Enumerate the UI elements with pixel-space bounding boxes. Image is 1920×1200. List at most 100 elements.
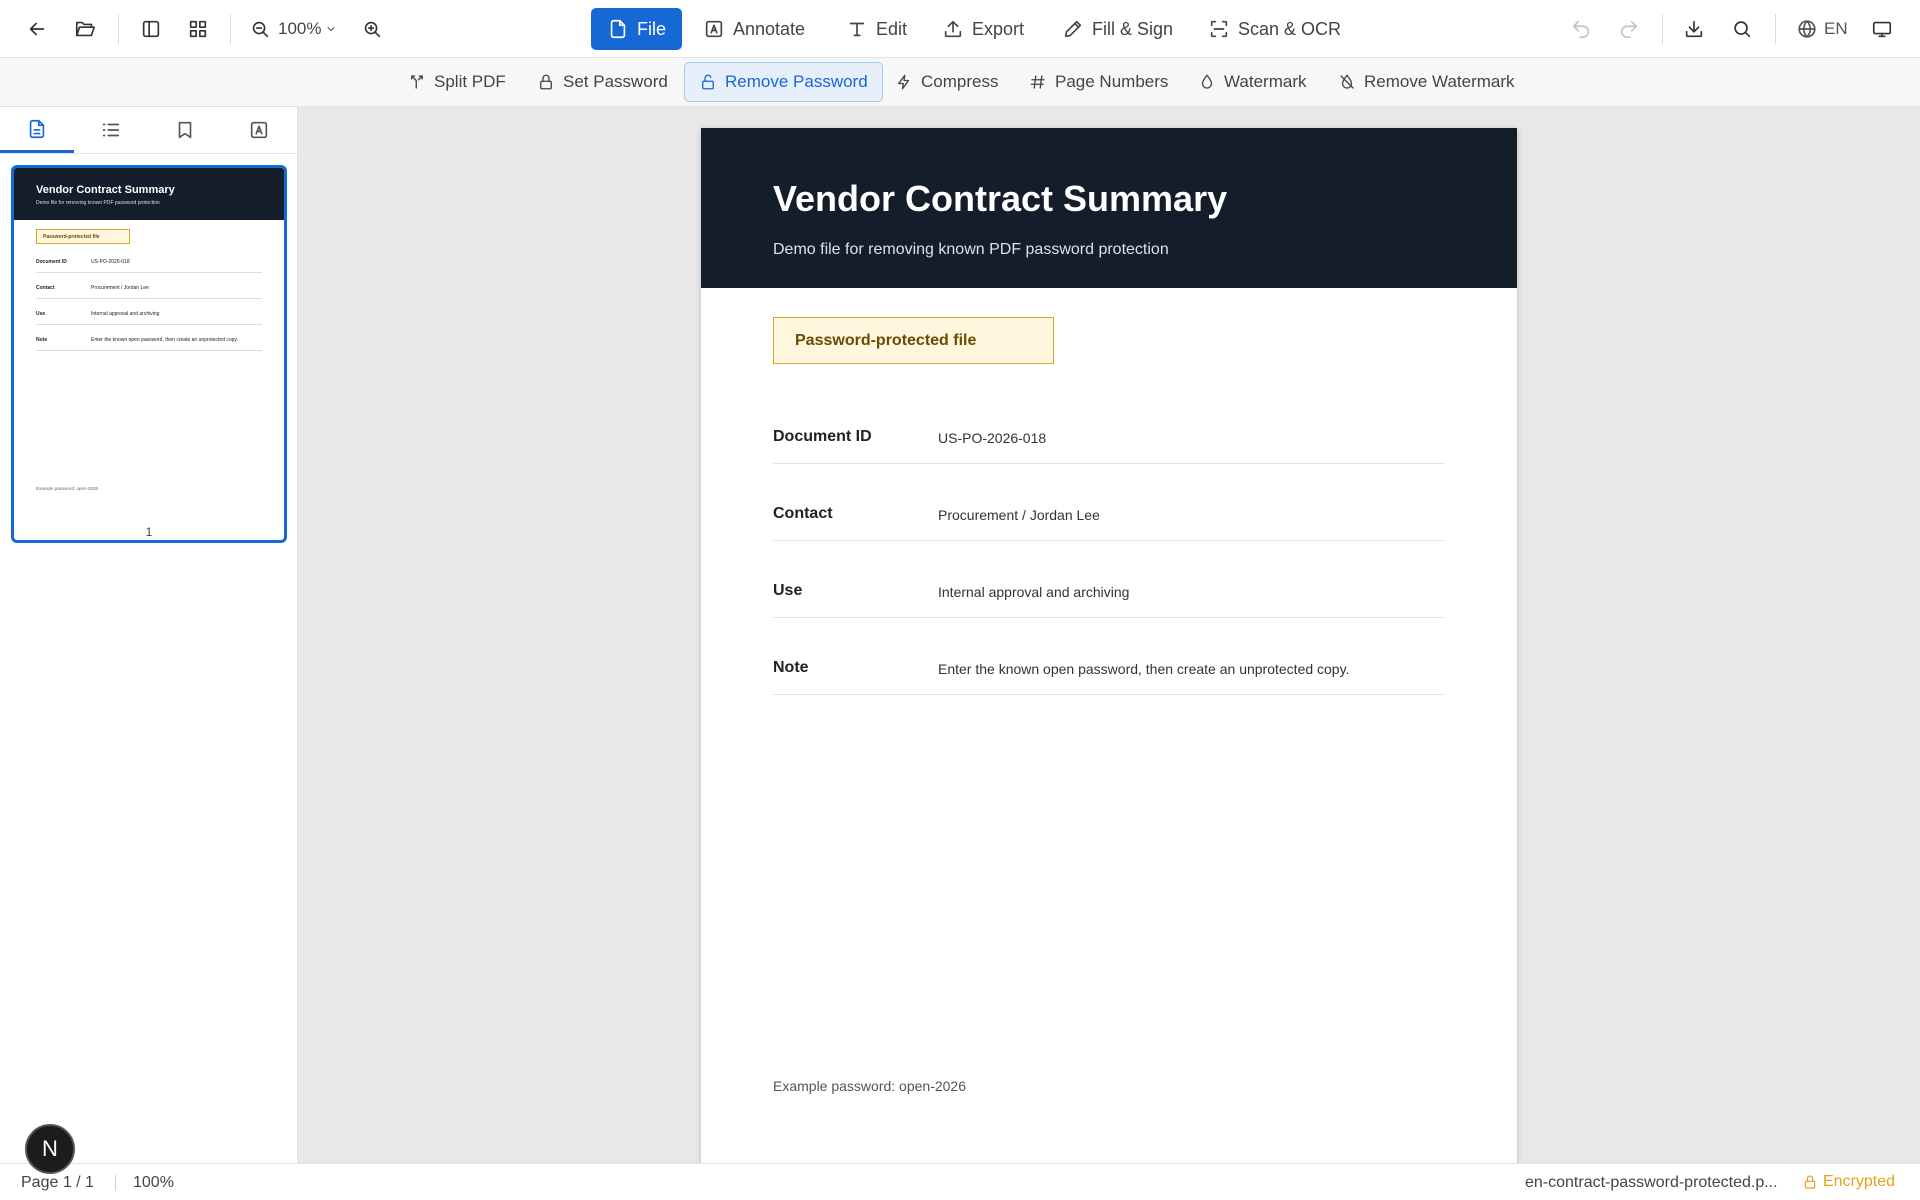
compress-label: Compress — [921, 72, 999, 91]
split-pdf-label: Split PDF — [434, 72, 506, 91]
watermark-label: Watermark — [1224, 72, 1307, 91]
menu-fill-sign-label: Fill & Sign — [1092, 18, 1174, 39]
tabs-divider — [0, 153, 298, 154]
menu-annotate[interactable]: Annotate — [687, 8, 821, 50]
page-thumbnail[interactable]: Vendor Contract Summary Demo file for re… — [11, 165, 287, 543]
field-key: Note — [773, 659, 809, 676]
thumbnail-row-key: Contact — [36, 285, 55, 291]
pdf-page: Vendor Contract Summary Demo file for re… — [701, 128, 1517, 1163]
thumbnail-header: Vendor Contract Summary Demo file for re… — [14, 168, 284, 220]
grid-view-button[interactable] — [181, 10, 215, 48]
page-numbers-button[interactable]: Page Numbers — [1014, 62, 1183, 102]
thumbnail-row-key: Document ID — [36, 259, 67, 265]
menu-fill-sign[interactable]: Fill & Sign — [1046, 8, 1189, 50]
remove-password-label: Remove Password — [725, 72, 868, 91]
zoom-in-button[interactable] — [355, 10, 389, 48]
toolbar-divider — [1662, 14, 1663, 44]
field-row-use: Use Internal approval and archiving — [773, 541, 1445, 618]
remove-password-button[interactable]: Remove Password — [684, 62, 883, 102]
sub-toolbar: Split PDF Set Password Remove Password C… — [0, 58, 1920, 107]
field-key: Contact — [773, 505, 833, 522]
zoom-out-icon — [252, 21, 269, 38]
menu-edit[interactable]: Edit — [830, 8, 923, 50]
lock-icon — [540, 74, 552, 90]
chevron-down-icon — [328, 27, 335, 31]
toolbar-divider — [118, 14, 119, 44]
thumbnail-row: Document ID US-PO-2026-018 — [36, 247, 262, 273]
encrypted-label: Encrypted — [1823, 1173, 1896, 1190]
lightning-icon — [898, 74, 910, 90]
tab-outline[interactable] — [74, 107, 148, 153]
status-zoom: 100% — [133, 1174, 174, 1191]
page-icon — [29, 119, 45, 138]
back-button[interactable] — [20, 10, 54, 48]
thumbnail-footer: Example password: open-2026 — [36, 486, 99, 491]
annotate-icon — [705, 20, 723, 38]
menu-scan-ocr[interactable]: Scan & OCR — [1192, 8, 1357, 50]
split-pdf-button[interactable]: Split PDF — [393, 62, 521, 102]
zoom-out-button[interactable] — [243, 10, 277, 48]
grid-icon — [189, 20, 207, 38]
pen-icon — [1064, 20, 1082, 38]
tab-pages[interactable] — [0, 107, 74, 153]
undo-button[interactable] — [1564, 10, 1598, 48]
document-footer: Example password: open-2026 — [773, 1078, 967, 1094]
download-button[interactable] — [1677, 10, 1711, 48]
document-subtitle: Demo file for removing known PDF passwor… — [773, 241, 1169, 258]
tab-bookmarks[interactable] — [148, 107, 222, 153]
menu-file[interactable]: File — [591, 8, 683, 50]
field-key: Use — [773, 582, 803, 599]
field-value: Enter the known open password, then crea… — [938, 661, 1350, 677]
open-file-button[interactable] — [68, 10, 102, 48]
page-numbers-label: Page Numbers — [1055, 72, 1169, 91]
password-badge: Password-protected file — [773, 317, 1054, 364]
redo-icon — [1620, 20, 1638, 39]
zoom-in-icon — [364, 21, 381, 38]
assistant-avatar-letter: N — [42, 1136, 58, 1161]
sidebar-panel-icon — [142, 20, 160, 38]
compress-button[interactable]: Compress — [880, 62, 1013, 102]
language-label: EN — [1824, 19, 1848, 38]
thumbnail-page-number: 1 — [145, 525, 153, 539]
upload-icon — [944, 20, 962, 38]
set-password-button[interactable]: Set Password — [522, 62, 683, 102]
top-toolbar: 100% File Annotate Edit Export Fill & Si… — [0, 0, 1920, 58]
monitor-icon — [1872, 21, 1892, 38]
download-icon — [1685, 20, 1703, 38]
split-icon — [411, 75, 423, 89]
droplet-icon — [1201, 74, 1213, 89]
thumbnail-row-value: Enter the known open password, then crea… — [91, 337, 238, 343]
thumbnail-row: Contact Procurement / Jordan Lee — [36, 273, 262, 299]
globe-icon — [1798, 20, 1816, 38]
presentation-button[interactable] — [1865, 10, 1899, 48]
redo-button[interactable] — [1612, 10, 1646, 48]
toolbar-divider — [1775, 14, 1776, 44]
remove-watermark-label: Remove Watermark — [1364, 72, 1515, 91]
thumbnail-row-key: Note — [36, 337, 48, 343]
document-canvas[interactable]: Vendor Contract Summary Demo file for re… — [298, 107, 1920, 1163]
zoom-select[interactable]: 100% — [278, 10, 337, 48]
sidebar: Vendor Contract Summary Demo file for re… — [0, 107, 298, 1163]
menu-annotate-label: Annotate — [733, 18, 806, 39]
watermark-button[interactable]: Watermark — [1183, 62, 1322, 102]
remove-watermark-button[interactable]: Remove Watermark — [1323, 62, 1530, 102]
status-filename: en-contract-password-protected.p... — [1525, 1174, 1778, 1191]
unlock-icon — [702, 74, 714, 90]
thumbnail-row: Use Internal approval and archiving — [36, 299, 262, 325]
bookmark-icon — [178, 121, 192, 139]
document-title: Vendor Contract Summary — [773, 178, 1228, 219]
tab-annotations[interactable] — [222, 107, 296, 153]
assistant-avatar-button[interactable]: N — [25, 1124, 75, 1174]
status-bar: Page 1 / 1 100% en-contract-password-pro… — [0, 1163, 1920, 1200]
menu-export[interactable]: Export — [926, 8, 1040, 50]
status-divider — [115, 1175, 116, 1191]
search-button[interactable] — [1725, 10, 1759, 48]
toggle-sidebar-button[interactable] — [134, 10, 168, 48]
file-icon — [610, 19, 626, 39]
arrow-left-icon — [29, 22, 45, 36]
field-value: US-PO-2026-018 — [938, 430, 1047, 446]
document-fields: Document ID US-PO-2026-018 Contact Procu… — [773, 387, 1445, 695]
menu-export-label: Export — [972, 18, 1025, 39]
encrypted-badge: Encrypted — [1802, 1173, 1895, 1191]
language-select[interactable]: EN — [1796, 10, 1848, 48]
